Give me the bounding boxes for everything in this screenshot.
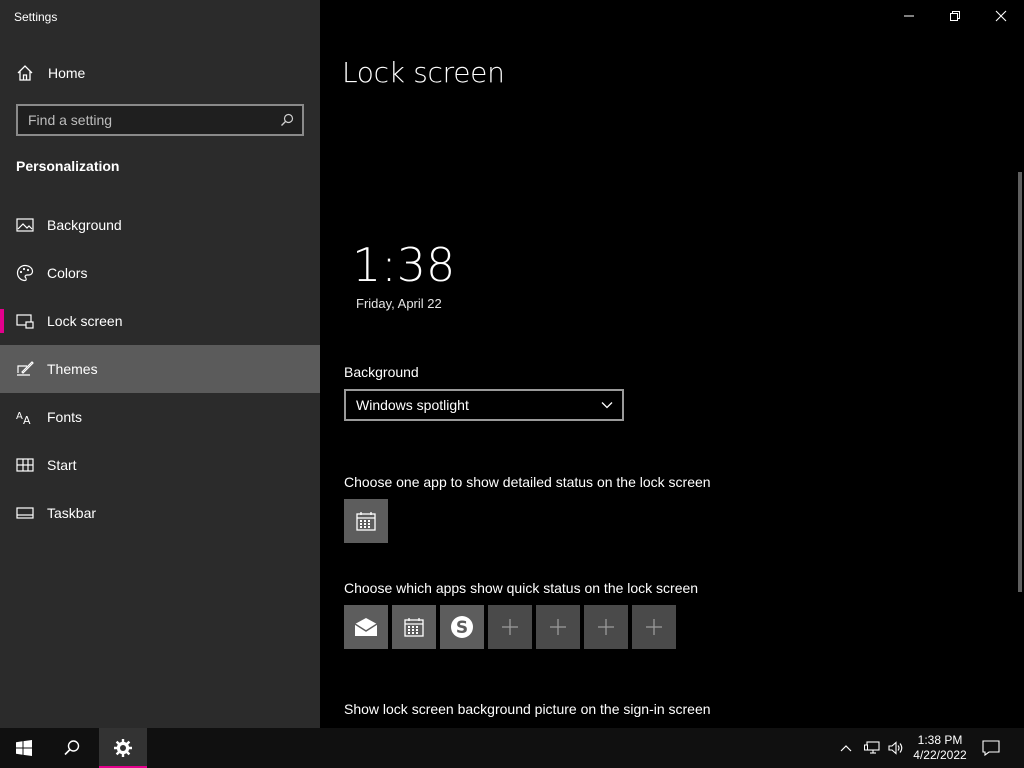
speaker-icon <box>888 741 903 755</box>
home-nav-item[interactable]: Home <box>0 56 320 90</box>
signin-background-label: Show lock screen background picture on t… <box>344 701 711 717</box>
quick-status-calendar-button[interactable] <box>392 605 436 649</box>
plus-icon <box>550 619 566 635</box>
quick-status-label: Choose which apps show quick status on t… <box>344 580 699 596</box>
navigation-pane: Settings Home Personalization Background… <box>0 0 320 728</box>
gear-icon <box>114 739 132 757</box>
sidebar-item-label: Fonts <box>47 409 83 425</box>
background-label: Background <box>344 364 419 380</box>
themes-icon <box>17 361 34 376</box>
sidebar-item-label: Lock screen <box>47 313 123 329</box>
home-label: Home <box>48 65 86 81</box>
taskbar: 1:38 PM 4/22/2022 <box>0 728 1024 768</box>
preview-date: Friday, April 22 <box>356 296 442 311</box>
svg-text:A: A <box>23 414 31 426</box>
app-title: Settings <box>14 10 58 24</box>
close-icon <box>995 10 1007 22</box>
minimize-icon <box>904 15 914 17</box>
quick-status-add-button[interactable] <box>488 605 532 649</box>
restore-button[interactable] <box>932 0 978 32</box>
chevron-up-icon <box>840 745 852 752</box>
search-box[interactable] <box>16 104 304 136</box>
sidebar-item-label: Themes <box>47 361 98 377</box>
taskbar-settings-button[interactable] <box>99 728 147 768</box>
fonts-icon: A A <box>16 411 31 426</box>
quick-status-mail-button[interactable] <box>344 605 388 649</box>
close-button[interactable] <box>978 0 1024 32</box>
start-icon <box>16 458 34 472</box>
background-dropdown[interactable]: Windows spotlight <box>344 389 624 421</box>
search-input[interactable] <box>28 111 268 129</box>
taskbar-time: 1:38 PM <box>917 733 963 747</box>
volume-button[interactable] <box>884 728 908 768</box>
background-dropdown-value: Windows spotlight <box>356 397 469 413</box>
search-icon <box>64 740 80 756</box>
sidebar-item-fonts[interactable]: A A Fonts <box>0 393 320 441</box>
sidebar-item-label: Taskbar <box>47 505 97 521</box>
plus-icon <box>598 619 614 635</box>
action-center-button[interactable] <box>968 728 1014 768</box>
section-title: Personalization <box>16 158 120 174</box>
calendar-icon <box>404 618 424 637</box>
mail-icon <box>354 618 378 636</box>
lock-screen-icon <box>16 314 34 329</box>
windows-logo-icon <box>16 740 32 756</box>
skype-icon: S <box>451 616 473 638</box>
calendar-icon <box>356 512 376 531</box>
network-icon <box>864 741 880 754</box>
svg-text:A: A <box>16 411 23 422</box>
sidebar-item-background[interactable]: Background <box>0 201 320 249</box>
quick-status-skype-button[interactable]: S <box>440 605 484 649</box>
notification-icon <box>982 740 1000 756</box>
taskbar-icon <box>16 507 34 519</box>
quick-status-add-button[interactable] <box>584 605 628 649</box>
restore-icon <box>950 11 960 21</box>
sidebar-item-label: Colors <box>47 265 88 281</box>
selection-indicator <box>0 309 4 333</box>
clock-button[interactable]: 1:38 PM 4/22/2022 <box>912 733 968 763</box>
sidebar-item-colors[interactable]: Colors <box>0 249 320 297</box>
sidebar-item-themes[interactable]: Themes <box>0 345 320 393</box>
sidebar-item-lock-screen[interactable]: Lock screen <box>0 297 320 345</box>
page-title: Lock screen <box>342 56 505 89</box>
minimize-button[interactable] <box>886 0 932 32</box>
detailed-status-label: Choose one app to show detailed status o… <box>344 474 711 490</box>
picture-icon <box>16 218 34 232</box>
quick-status-add-button[interactable] <box>536 605 580 649</box>
show-hidden-icons-button[interactable] <box>834 728 858 768</box>
quick-status-add-button[interactable] <box>632 605 676 649</box>
chevron-down-icon <box>601 402 613 409</box>
home-icon <box>17 65 33 81</box>
taskbar-date: 4/22/2022 <box>913 748 967 762</box>
network-button[interactable] <box>860 728 884 768</box>
plus-icon <box>502 619 518 635</box>
sidebar-item-label: Background <box>47 217 122 233</box>
taskbar-search-button[interactable] <box>48 728 96 768</box>
search-icon[interactable] <box>280 113 294 127</box>
svg-text:S: S <box>456 618 468 638</box>
sidebar-item-taskbar[interactable]: Taskbar <box>0 489 320 537</box>
palette-icon <box>16 264 34 282</box>
plus-icon <box>646 619 662 635</box>
start-button[interactable] <box>0 728 48 768</box>
sidebar-item-label: Start <box>47 457 77 473</box>
sidebar-item-start[interactable]: Start <box>0 441 320 489</box>
scrollbar[interactable] <box>1018 172 1022 592</box>
detailed-status-app-button[interactable] <box>344 499 388 543</box>
preview-clock: 1:38 <box>352 238 456 292</box>
